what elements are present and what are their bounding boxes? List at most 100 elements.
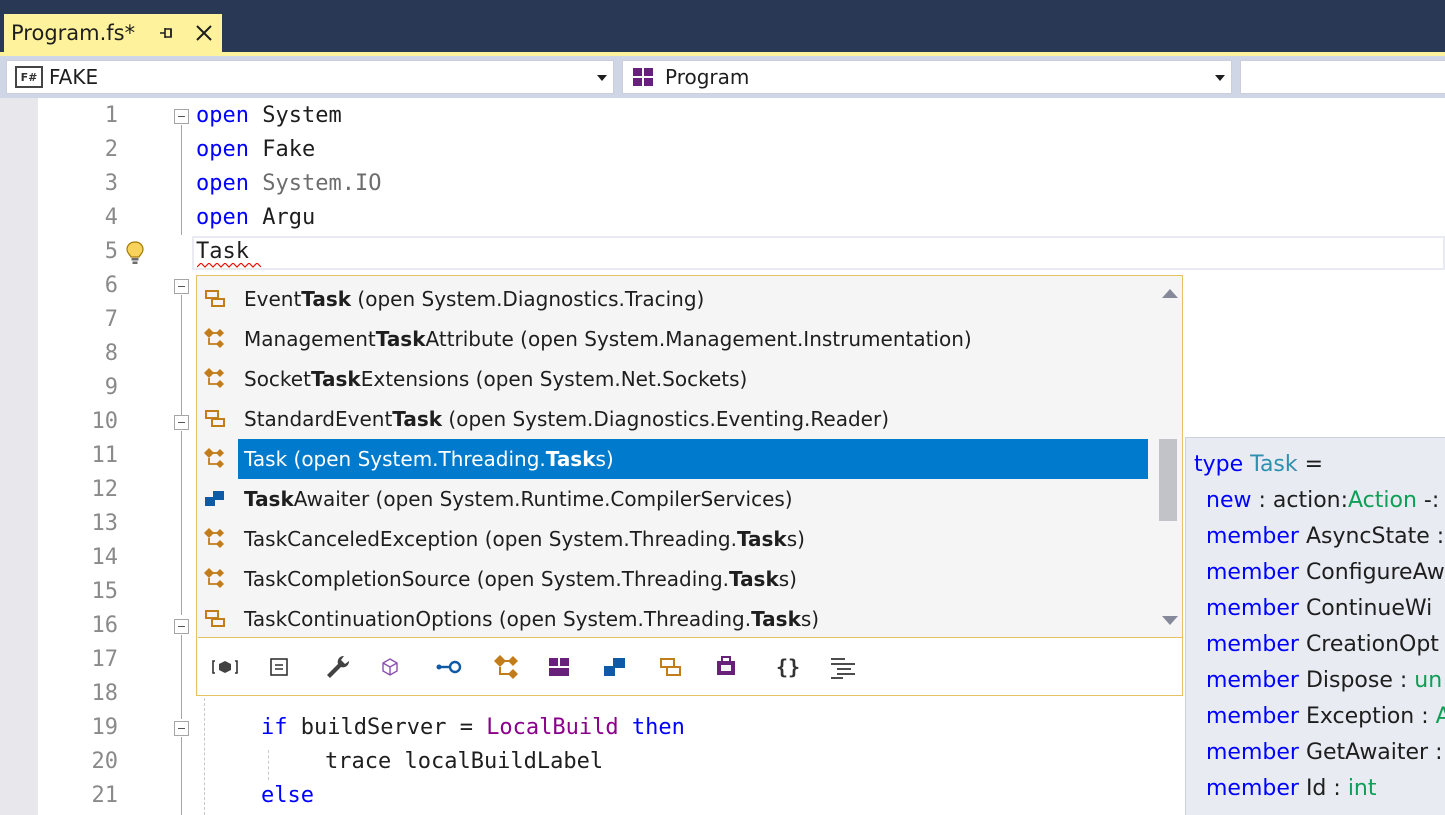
- completion-item[interactable]: TaskCanceledException (open System.Threa…: [198, 519, 1148, 559]
- lightbulb-icon[interactable]: [124, 240, 146, 266]
- completion-item[interactable]: TaskContinuationOptions (open System.Thr…: [198, 599, 1148, 639]
- scroll-down-arrow-icon[interactable]: [1162, 616, 1178, 625]
- quick-info-tooltip: type Task = new : action:Action -: membe…: [1185, 437, 1445, 815]
- outline-collapse-toggle[interactable]: [174, 619, 189, 634]
- completion-item-selected[interactable]: Task (open System.Threading.Tasks): [238, 439, 1148, 479]
- chevron-down-icon: [1215, 75, 1225, 81]
- tab-title: Program.fs*: [11, 21, 136, 45]
- filter-delegates[interactable]: [711, 652, 741, 682]
- title-bar: Program.fs*: [0, 0, 1445, 52]
- struct-icon: [604, 658, 625, 676]
- chevron-down-icon: [597, 75, 607, 81]
- line-number: 17: [91, 647, 119, 672]
- completion-item[interactable]: TaskAwaiter (open System.Runtime.Compile…: [198, 479, 1148, 519]
- completion-item-label: TaskCompletionSource (open System.Thread…: [244, 567, 797, 591]
- line-number: 13: [91, 511, 119, 536]
- indent-guide: [204, 698, 205, 815]
- outline-collapse-toggle[interactable]: [174, 415, 189, 430]
- outline-guide: [181, 431, 182, 615]
- scroll-up-arrow-icon[interactable]: [1162, 289, 1178, 298]
- tooltip-member-line: new : action:Action -:: [1206, 488, 1440, 513]
- completion-item[interactable]: ManagementTaskAttribute (open System.Man…: [198, 319, 1148, 359]
- class-icon: [204, 568, 224, 588]
- completion-item-label: TaskContinuationOptions (open System.Thr…: [244, 607, 820, 631]
- project-dropdown[interactable]: F# FAKE: [6, 60, 614, 94]
- module-icon: [549, 658, 569, 676]
- code-line-3: open System.IO: [196, 167, 381, 201]
- class-icon: [204, 528, 224, 548]
- enum-icon: [660, 658, 681, 676]
- trace-call: trace localBuildLabel: [325, 749, 604, 774]
- filter-properties[interactable]: [264, 652, 294, 682]
- filter-namespaces[interactable]: {}: [773, 652, 803, 682]
- filter-interfaces[interactable]: [434, 652, 464, 682]
- pin-icon[interactable]: [156, 23, 176, 43]
- editor-left-margin: [0, 98, 38, 815]
- outline-collapse-toggle[interactable]: [174, 279, 189, 294]
- cube-icon: [382, 658, 398, 676]
- filter-snippets[interactable]: [210, 652, 240, 682]
- wrench-icon: [327, 655, 350, 678]
- struct-icon: [205, 491, 224, 506]
- scrollbar-thumb[interactable]: [1159, 439, 1177, 521]
- line-number: 2: [104, 137, 118, 162]
- namespace-dropdown[interactable]: Program: [622, 60, 1232, 94]
- line-number: 8: [104, 341, 118, 366]
- filter-methods[interactable]: [322, 652, 352, 682]
- class-icon: [494, 655, 518, 679]
- line-number: 15: [91, 579, 119, 604]
- outline-collapse-toggle[interactable]: [174, 109, 189, 124]
- code-line-4: open Argu: [196, 201, 315, 235]
- fsharp-icon: F#: [15, 66, 43, 88]
- code-line-20: trace localBuildLabel: [325, 745, 603, 779]
- line-number: 20: [91, 749, 119, 774]
- completion-item-label: Task (open System.Threading.Tasks): [244, 447, 614, 471]
- tooltip-member-line: member ContinueWi: [1206, 596, 1433, 621]
- completion-item[interactable]: TaskCompletionSource (open System.Thread…: [198, 559, 1148, 599]
- outline-collapse-toggle[interactable]: [174, 721, 189, 736]
- completion-item[interactable]: SocketTaskExtensions (open System.Net.So…: [198, 359, 1148, 399]
- line-number: 21: [91, 783, 119, 808]
- completion-scrollbar[interactable]: [1153, 277, 1181, 637]
- class-icon: [204, 368, 224, 388]
- namespace-ref: System: [262, 103, 342, 128]
- completion-list[interactable]: EventTask (open System.Diagnostics.Traci…: [198, 277, 1182, 637]
- tooltip-member-line: member GetAwaiter :: [1206, 740, 1443, 765]
- completion-item-label: ManagementTaskAttribute (open System.Man…: [244, 327, 972, 351]
- indent-guide: [268, 750, 269, 780]
- module-icon: [633, 68, 653, 86]
- line-number: 16: [91, 613, 119, 638]
- close-icon[interactable]: [194, 23, 214, 43]
- project-name: FAKE: [49, 65, 99, 89]
- tab-program-fs[interactable]: Program.fs*: [4, 14, 222, 52]
- code-line-2: open Fake: [196, 133, 315, 167]
- filter-fields[interactable]: [375, 652, 405, 682]
- completion-popup: EventTask (open System.Diagnostics.Traci…: [196, 275, 1183, 696]
- tooltip-member-line: member Id : int: [1206, 776, 1377, 801]
- keyword-open: open: [196, 205, 249, 230]
- event-class-icon: [205, 290, 225, 307]
- completion-item-label: EventTask (open System.Diagnostics.Traci…: [244, 287, 705, 311]
- code-line-19: if buildServer = LocalBuild then: [261, 711, 685, 745]
- interface-icon: [436, 660, 462, 674]
- namespace-ref-unused: System.IO: [262, 171, 382, 196]
- svg-text:{}: {}: [776, 655, 800, 679]
- completion-item[interactable]: StandardEventTask (open System.Diagnosti…: [198, 399, 1148, 439]
- member-dropdown[interactable]: [1240, 60, 1445, 94]
- class-icon: [204, 448, 224, 468]
- filter-structures[interactable]: [600, 652, 630, 682]
- completion-item[interactable]: EventTask (open System.Diagnostics.Traci…: [198, 279, 1148, 319]
- filter-keywords[interactable]: [828, 652, 858, 682]
- line-number: 1: [104, 103, 118, 128]
- namespace-icon: {}: [776, 655, 800, 679]
- filter-modules[interactable]: [544, 652, 574, 682]
- line-number: 3: [104, 171, 118, 196]
- line-number: 5: [104, 239, 118, 264]
- completion-item-label: TaskCanceledException (open System.Threa…: [244, 527, 805, 551]
- line-number: 10: [91, 409, 119, 434]
- navigation-bar: F# FAKE Program: [0, 56, 1445, 98]
- line-number: 14: [91, 545, 119, 570]
- filter-classes[interactable]: [491, 652, 521, 682]
- outline-guide: [181, 737, 182, 815]
- filter-enums[interactable]: [656, 652, 686, 682]
